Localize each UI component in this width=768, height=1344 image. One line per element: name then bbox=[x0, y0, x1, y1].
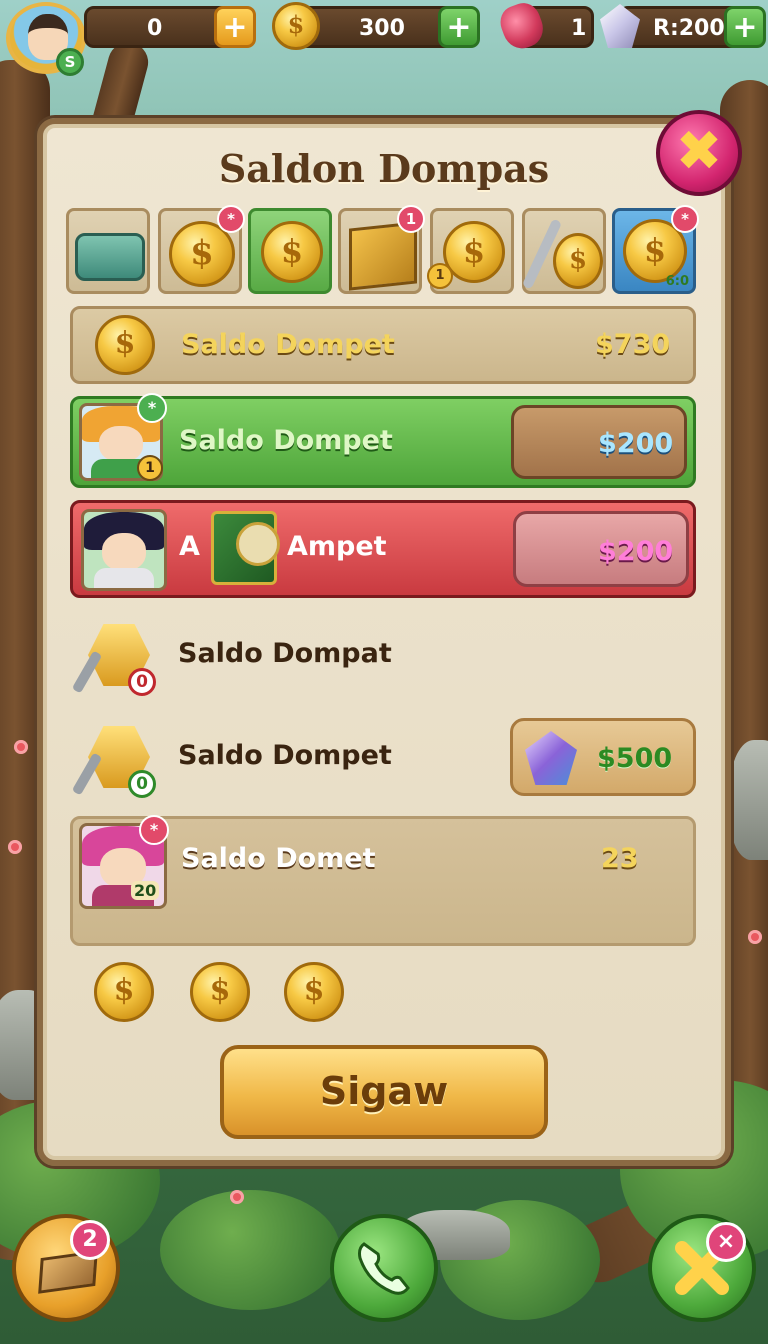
tab-coin-card-label: 6:0 bbox=[665, 274, 689, 289]
tab-backpack[interactable] bbox=[66, 208, 150, 294]
row-label-b: Ampet bbox=[287, 531, 387, 562]
portrait-level: 1 bbox=[137, 455, 163, 481]
tab-chest-badge: 1 bbox=[397, 205, 425, 233]
reward-row-red[interactable]: A Ampet $200 bbox=[70, 500, 696, 598]
coin-icon-1: $ bbox=[94, 962, 154, 1022]
coin-icon-3: $ bbox=[284, 962, 344, 1022]
row-label: Saldo Dompet bbox=[178, 740, 392, 771]
gem-icon bbox=[525, 731, 577, 785]
item-count: 0 bbox=[128, 770, 156, 798]
player-level-badge: S bbox=[56, 48, 84, 76]
call-button[interactable] bbox=[330, 1214, 438, 1322]
portrait-badge: * bbox=[137, 393, 167, 423]
portrait-level: 20 bbox=[131, 881, 160, 900]
claim-amount-button[interactable]: $200 bbox=[513, 511, 689, 587]
character-portrait bbox=[81, 509, 167, 591]
row-label: Saldo Domet bbox=[181, 843, 376, 874]
row-amount: $730 bbox=[595, 329, 671, 360]
wallet-row-plain[interactable]: 0 Saldo Dompat bbox=[70, 612, 696, 704]
tab-coin-card-badge: * bbox=[671, 205, 699, 233]
crystal-value: R:200 bbox=[653, 16, 725, 41]
row-label: Saldo Dompat bbox=[178, 638, 392, 669]
hammer-coin-icon: 0 bbox=[71, 722, 156, 798]
reward-row-green[interactable]: * 1 Saldo Dompet $200 bbox=[70, 393, 696, 488]
gem-amount: $500 bbox=[597, 743, 673, 774]
row-label: Saldo Dompet bbox=[181, 329, 395, 360]
tab-coins-stack[interactable]: $ * bbox=[158, 205, 245, 294]
hammer-coin-icon: 0 bbox=[71, 620, 156, 696]
tab-tools[interactable]: $ bbox=[521, 208, 606, 294]
coin-counter: 300 bbox=[296, 6, 456, 48]
coin-value: 300 bbox=[359, 16, 405, 41]
coin-icon: $ bbox=[553, 233, 603, 289]
wallet-balance-row[interactable]: $ Saldo Dompet $730 bbox=[70, 306, 696, 384]
cancel-badge: × bbox=[706, 1222, 746, 1262]
row-amount: 23 bbox=[601, 843, 639, 874]
claim-amount: $200 bbox=[598, 428, 674, 459]
tab-coins-stack-badge: * bbox=[217, 205, 245, 233]
tab-chest[interactable]: 1 bbox=[338, 205, 425, 294]
tab-gold-coin-count: 1 bbox=[427, 263, 453, 289]
phone-icon bbox=[358, 1242, 410, 1295]
wallet-row-gem[interactable]: 0 Saldo Dompet $500 bbox=[70, 714, 696, 806]
resource-counter-1: 0 bbox=[84, 6, 234, 48]
coin-icon: $ bbox=[95, 315, 155, 375]
backpack-icon bbox=[75, 233, 145, 281]
panel-title: Saldon Dompas bbox=[218, 146, 550, 191]
clock-icon bbox=[236, 522, 280, 566]
top-resource-bar: S 0 + 300 $ + 1 R:200 + bbox=[0, 0, 768, 76]
gem-value: 1 bbox=[571, 16, 587, 41]
tab-gold-coin[interactable]: $ 1 bbox=[427, 208, 514, 294]
claim-amount-button[interactable]: $200 bbox=[511, 405, 687, 479]
add-coins-button[interactable]: + bbox=[438, 6, 480, 48]
item-count: 0 bbox=[128, 668, 156, 696]
coin-icon: $ bbox=[272, 2, 320, 50]
portrait-badge: * bbox=[139, 815, 169, 845]
tab-coin[interactable]: $ bbox=[248, 208, 332, 294]
green-box-icon bbox=[211, 511, 280, 585]
row-label: Saldo Dompet bbox=[179, 425, 393, 456]
tab-coin-card[interactable]: $ * 6:0 bbox=[612, 205, 699, 294]
wallet-row-character[interactable]: * 20 Saldo Domet 23 bbox=[70, 815, 696, 946]
coin-icon-2: $ bbox=[190, 962, 250, 1022]
row-label-a: A bbox=[179, 531, 200, 562]
gem-amount-button[interactable]: $500 bbox=[510, 718, 696, 796]
close-panel-button[interactable]: ✖ bbox=[656, 110, 742, 196]
sigaw-button[interactable]: Sigaw bbox=[220, 1045, 548, 1139]
add-resource-1-button[interactable]: + bbox=[214, 6, 256, 48]
add-crystals-button[interactable]: + bbox=[724, 6, 766, 48]
inventory-badge: 2 bbox=[70, 1220, 110, 1260]
coin-icon: $ bbox=[261, 221, 323, 283]
item-tab-strip: $ * $ 1 $ 1 $ $ * 6:0 bbox=[66, 205, 706, 296]
resource-1-value: 0 bbox=[147, 16, 163, 41]
claim-amount: $200 bbox=[598, 536, 674, 567]
